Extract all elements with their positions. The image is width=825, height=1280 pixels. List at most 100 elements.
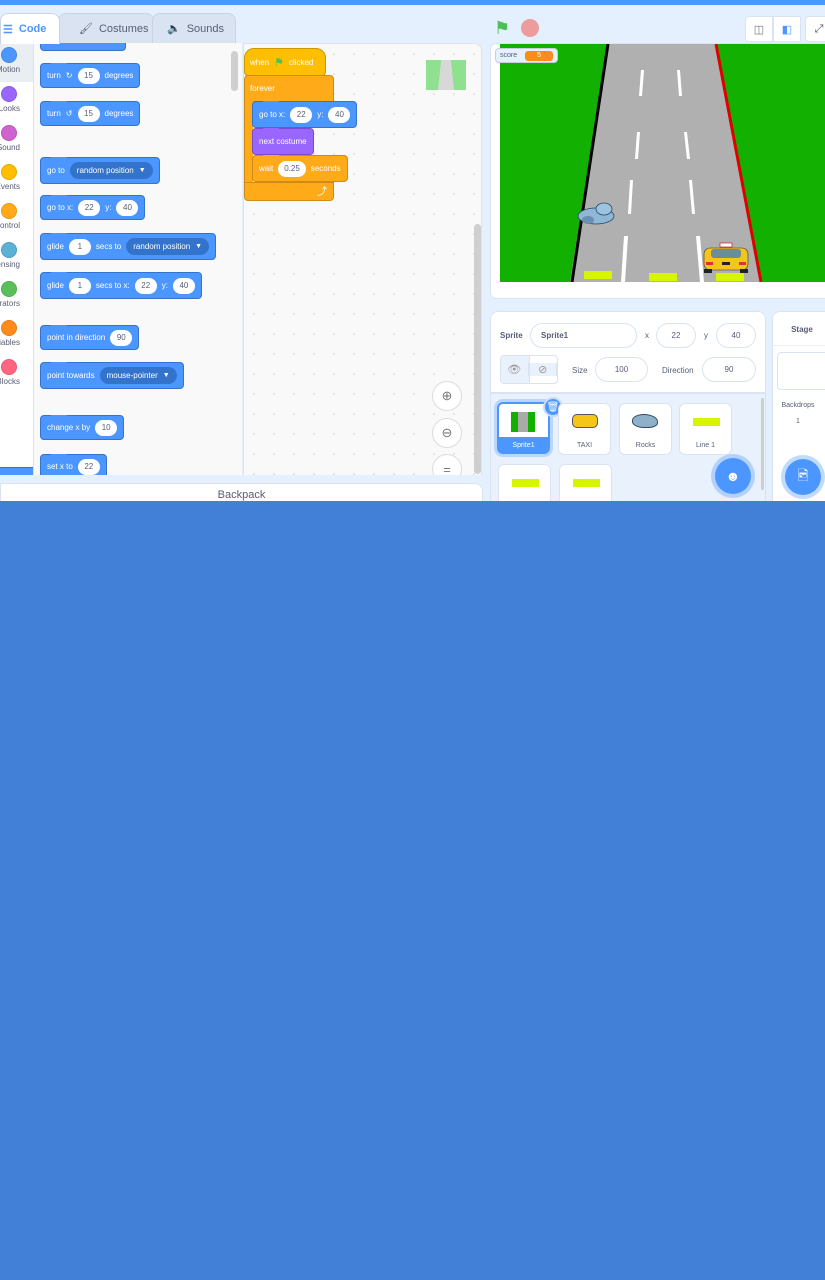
category-looks[interactable]: Looks — [0, 82, 33, 121]
editor: ☰ Code 🖌 Costumes 🔈 Sounds Motion Looks … — [0, 5, 825, 501]
block-turn-left[interactable]: turn ↺ 15 degrees — [40, 101, 141, 126]
secs-input[interactable]: 1 — [68, 277, 91, 294]
small-stage-icon: ◫ — [753, 23, 765, 36]
stage-canvas[interactable]: score 5 — [490, 43, 825, 299]
x-input[interactable]: 22 — [78, 199, 101, 216]
secs-input[interactable]: 1 — [68, 238, 91, 255]
control-dot-icon — [1, 203, 17, 219]
sprite-thumbnail-watermark — [426, 60, 466, 90]
tab-sounds[interactable]: 🔈 Sounds — [152, 13, 236, 43]
degrees-input[interactable]: 15 — [77, 67, 100, 84]
sprite-tile-sprite1[interactable]: Sprite1 🗑 — [497, 397, 563, 454]
y-position-input[interactable]: 40 — [716, 323, 756, 348]
block-point-towards[interactable]: point towards mouse-pointer ▼ — [40, 362, 184, 389]
block-wait[interactable]: wait 0.25 seconds — [252, 155, 348, 182]
change-x-input[interactable]: 10 — [95, 419, 118, 436]
sprite-tile-line3[interactable]: Line3 — [559, 464, 612, 501]
eye-slash-icon: ⊘ — [529, 363, 557, 376]
block-glide-xy[interactable]: glide 1 secs to x: 22 y: 40 — [40, 272, 202, 299]
direction-input[interactable]: 90 — [110, 329, 133, 346]
zoom-in-button[interactable]: ⊕ — [432, 381, 462, 411]
palette-scrollbar[interactable] — [231, 51, 238, 91]
block-go-to-xy[interactable]: go to x: 22 y: 40 — [40, 195, 146, 220]
fullscreen-button[interactable]: ⤢ — [805, 16, 825, 42]
stage-scene — [500, 44, 825, 282]
sprite-name-input[interactable]: Sprite1 — [530, 323, 637, 348]
wait-input[interactable]: 0.25 — [278, 160, 306, 177]
degrees-input[interactable]: 15 — [77, 105, 100, 122]
category-sound[interactable]: Sound — [0, 121, 33, 160]
block-glide-to[interactable]: glide 1 secs to random position ▼ — [40, 233, 217, 260]
sprite-tile-taxi[interactable]: TAXI — [558, 403, 611, 455]
green-flag-icon: ⚑ — [274, 56, 284, 69]
set-x-input[interactable]: 22 — [77, 458, 100, 475]
go-to-dropdown[interactable]: random position ▼ — [69, 162, 153, 179]
script-area[interactable]: when ⚑ clicked forever ⤴ go to x: 22 y: … — [243, 43, 482, 475]
y-input[interactable]: 40 — [172, 277, 195, 294]
x-input[interactable]: 22 — [134, 277, 157, 294]
category-sensing[interactable]: Sensing — [0, 238, 33, 277]
block-set-x[interactable]: set x to 22 — [40, 454, 107, 475]
visibility-toggle: 👁 ⊘ — [500, 355, 558, 384]
y-input[interactable]: 40 — [116, 199, 139, 216]
block-palette: turn ↻ 15 degrees turn ↺ 15 degrees go t… — [34, 43, 242, 475]
tab-code[interactable]: ☰ Code — [0, 13, 60, 44]
block-partial[interactable] — [40, 43, 126, 51]
block-point-in-direction[interactable]: point in direction 90 — [40, 325, 140, 350]
glide-dropdown[interactable]: random position ▼ — [126, 238, 210, 255]
stage-pane-title: Stage — [773, 312, 825, 346]
sensing-dot-icon — [1, 242, 17, 258]
category-variables[interactable]: Variables — [0, 316, 33, 355]
green-flag-button[interactable]: ⚑ — [494, 19, 512, 37]
category-my-blocks[interactable]: My Blocks — [0, 355, 33, 394]
script-scrollbar[interactable] — [474, 224, 481, 474]
backdrop-thumbnail[interactable] — [777, 352, 825, 390]
size-input[interactable]: 100 — [595, 357, 648, 382]
stop-button[interactable] — [521, 19, 539, 37]
block-when-flag-clicked[interactable]: when ⚑ clicked — [244, 48, 326, 76]
add-extension-button[interactable]: ≡+ — [0, 467, 33, 475]
choose-backdrop-button[interactable]: 🖻 — [785, 459, 821, 495]
x-input[interactable]: 22 — [290, 106, 313, 123]
sprite-tile-rocks[interactable]: Rocks — [619, 403, 672, 455]
x-position-input[interactable]: 22 — [656, 323, 696, 348]
direction-input[interactable]: 90 — [702, 357, 756, 382]
category-motion[interactable]: Motion — [0, 43, 33, 82]
category-control[interactable]: Control — [0, 199, 33, 238]
zoom-out-icon: ⊖ — [441, 425, 453, 440]
zoom-reset-button[interactable]: = — [432, 454, 462, 475]
towards-dropdown[interactable]: mouse-pointer ▼ — [99, 367, 177, 384]
block-go-to[interactable]: go to random position ▼ — [40, 157, 160, 184]
events-dot-icon — [1, 164, 17, 180]
small-stage-button[interactable]: ◫ — [745, 16, 773, 42]
block-change-x[interactable]: change x by 10 — [40, 415, 125, 440]
hide-sprite-button[interactable]: ⊘ — [529, 356, 557, 383]
fullscreen-icon: ⤢ — [814, 22, 824, 35]
sprite-list: Sprite1 🗑 TAXI Rocks Line 1 Line2 Line3 … — [490, 393, 766, 501]
sprite-list-scrollbar[interactable] — [761, 398, 764, 490]
taxi-thumbnail — [572, 414, 598, 428]
y-input[interactable]: 40 — [328, 106, 351, 123]
category-operators[interactable]: Operators — [0, 277, 33, 316]
zoom-out-button[interactable]: ⊖ — [432, 418, 462, 448]
sprite-tile-line1[interactable]: Line 1 — [679, 403, 732, 455]
large-stage-button[interactable]: ◧ — [773, 16, 801, 42]
stage-target-pane[interactable]: Stage Backdrops 1 🖻 — [772, 311, 825, 501]
show-sprite-button[interactable]: 👁 — [501, 356, 530, 383]
backpack[interactable]: Backpack — [0, 483, 483, 501]
tab-costumes[interactable]: 🖌 Costumes — [58, 13, 154, 43]
block-go-to-xy[interactable]: go to x: 22 y: 40 — [252, 101, 358, 128]
rotate-right-icon: ↻ — [65, 71, 73, 80]
category-events[interactable]: Events — [0, 160, 33, 199]
editor-tabs: ☰ Code 🖌 Costumes 🔈 Sounds — [0, 13, 236, 44]
block-turn-right[interactable]: turn ↻ 15 degrees — [40, 63, 141, 88]
stage-size-toggle: ◫ ◧ ⤢ — [745, 16, 825, 42]
sprite-tile-line2[interactable]: Line2 — [498, 464, 551, 501]
score-monitor[interactable]: score 5 — [495, 48, 559, 63]
choose-sprite-button[interactable]: ☻ — [715, 458, 751, 494]
speaker-icon: 🔈 — [167, 23, 181, 35]
block-next-costume[interactable]: next costume — [252, 128, 314, 155]
line3-thumbnail — [573, 479, 600, 487]
equals-icon: = — [443, 461, 451, 476]
motion-dot-icon — [1, 47, 17, 63]
